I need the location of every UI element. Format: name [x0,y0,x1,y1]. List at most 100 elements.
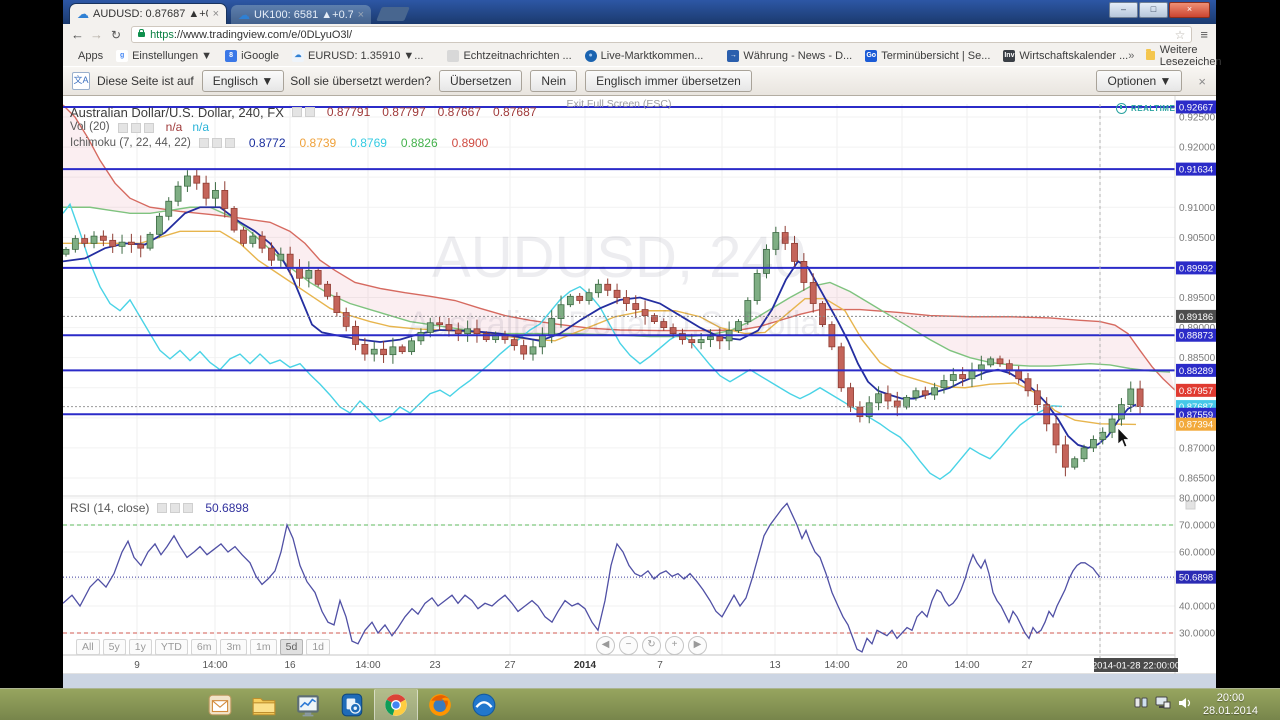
svg-text:0.86500: 0.86500 [1179,474,1216,485]
svg-text:23: 23 [429,660,441,671]
legend-icon[interactable] [305,107,315,117]
svg-text:0.88500: 0.88500 [1179,353,1216,364]
gear-app-taskbar-icon[interactable] [330,689,374,720]
svg-text:70.0000: 70.0000 [1179,521,1216,532]
bookmark-star-icon[interactable]: ☆ [1175,28,1186,42]
legend-icon[interactable] [183,503,193,513]
apps-label[interactable]: Apps [78,50,103,62]
ichimoku-label[interactable]: Ichimoku (7, 22, 44, 22) [70,136,191,151]
maximize-button[interactable]: □ [1139,2,1168,18]
tray-icons [1134,695,1193,716]
bookmark-item[interactable]: GoTerminübersicht | Se... [865,50,990,62]
range-button-3m[interactable]: 3m [220,639,247,655]
back-icon[interactable]: ← [71,27,84,42]
legend-icon[interactable] [170,503,180,513]
chrome-taskbar-icon[interactable] [374,689,418,720]
price-chart[interactable]: 0.925000.920000.910000.905000.895000.890… [63,96,1216,688]
range-button-1d[interactable]: 1d [306,639,330,655]
rsi-label[interactable]: RSI (14, close) [70,501,149,515]
bookmark-item[interactable]: ☁EURUSD: 1.35910 ▼... [292,50,423,62]
svg-text:60.0000: 60.0000 [1179,548,1216,559]
close-button[interactable]: × [1169,2,1210,18]
mail-taskbar-icon[interactable] [198,689,242,720]
volume-value: n/a [166,120,183,135]
page-bottom-strip [63,674,1216,688]
legend-icon[interactable] [157,503,167,513]
language-dropdown[interactable]: Englisch ▼ [202,70,285,92]
bookmark-label: Einstellungen ▼ [132,50,212,62]
range-button-5d[interactable]: 5d [280,639,304,655]
tray-network-icon[interactable] [1155,695,1171,715]
chart-app-taskbar-icon[interactable] [286,689,330,720]
minimize-button[interactable]: – [1109,2,1138,18]
firefox-taskbar-icon[interactable] [418,689,462,720]
more-bookmarks-label[interactable]: Weitere Lesezeichen [1160,44,1226,68]
bookmark-item[interactable]: InvWirtschaftskalender ... [1003,50,1128,62]
legend-icon[interactable] [225,138,235,148]
address-bar[interactable]: https ://www.tradingview.com/e/0DLyuO3l/… [131,26,1192,43]
symbol-title[interactable]: Australian Dollar/U.S. Dollar, 240, FX [70,105,284,120]
range-selector: All5y1yYTD6m3m1m5d1d [76,639,330,655]
tab-uk100[interactable]: ☁ UK100: 6581 ▲+0.77% × [231,5,371,24]
range-button-ytd[interactable]: YTD [155,639,188,655]
legend-icon[interactable] [199,138,209,148]
legend-icon[interactable] [144,123,154,133]
volume-icon[interactable] [1177,695,1193,716]
realtime-indicator: REALTIME [1116,103,1175,114]
bookmark-item[interactable]: →Währung - News - D... [727,50,852,62]
range-button-5y[interactable]: 5y [103,639,126,655]
svg-text:13: 13 [769,660,781,671]
reset-icon[interactable]: ↻ [642,636,661,655]
browser-toolbar: ← → ↻ https ://www.tradingview.com/e/0DL… [63,24,1216,46]
browser-menu-icon[interactable]: ≡ [1200,27,1208,42]
bookmark-item[interactable]: 8iGoogle [225,50,279,62]
no-button[interactable]: Nein [530,70,577,92]
bookmark-item[interactable]: Echtzeitnachrichten ... [447,50,571,62]
bookmark-items: g Einstellungen ▼ 8iGoogle ☁EURUSD: 1.35910… [103,50,1128,62]
legend-icon[interactable] [292,107,302,117]
zoom-out-icon[interactable]: − [619,636,638,655]
bookmark-item[interactable]: ●Live-Marktkommen... [585,50,704,62]
svg-text:0.90500: 0.90500 [1179,233,1216,244]
reload-icon[interactable]: ↻ [111,28,121,42]
translate-close-icon[interactable]: × [1198,74,1206,89]
tray-devices-icon[interactable] [1134,695,1149,715]
forward-icon[interactable]: → [90,27,103,42]
legend-icon[interactable] [131,123,141,133]
scroll-left-icon[interactable]: ◀ [596,636,615,655]
range-button-6m[interactable]: 6m [191,639,218,655]
realtime-label: REALTIME [1131,104,1175,113]
bookmark-item[interactable]: g Einstellungen ▼ [116,50,212,62]
bookmark-label: Wirtschaftskalender ... [1019,50,1128,62]
url-scheme: https [150,29,174,41]
tab-close-icon[interactable]: × [213,8,219,20]
scroll-right-icon[interactable]: ▶ [688,636,707,655]
translate-text-2: Soll sie übersetzt werden? [290,74,431,88]
range-button-all[interactable]: All [76,639,100,655]
bookmarks-bar: Apps g Einstellungen ▼ 8iGoogle ☁EURUSD: 1.… [63,45,1216,66]
bookmark-favicon: ☁ [292,50,304,62]
ssl-lock-icon [138,32,145,37]
svg-text:0.88289: 0.88289 [1179,366,1213,377]
taskbar-clock[interactable]: 20:00 28.01.2014 [1203,692,1258,718]
range-button-1y[interactable]: 1y [129,639,152,655]
options-dropdown[interactable]: Optionen ▼ [1096,70,1182,92]
volume-ma-value: n/a [192,120,209,135]
taskbar-icons [198,689,506,720]
zoom-in-icon[interactable]: + [665,636,684,655]
explorer-taskbar-icon[interactable] [242,689,286,720]
tab-close-icon[interactable]: × [358,9,364,21]
tab-audusd[interactable]: ☁ AUDUSD: 0.87687 ▲+0.36 × [69,3,227,24]
always-translate-button[interactable]: Englisch immer übersetzen [585,70,752,92]
bookmarks-overflow-icon[interactable]: » [1128,50,1134,62]
new-tab-button[interactable] [376,7,410,21]
bookmark-favicon: g [116,50,128,62]
range-button-1m[interactable]: 1m [250,639,277,655]
legend-icon[interactable] [212,138,222,148]
openoffice-taskbar-icon[interactable] [462,689,506,720]
translate-button[interactable]: Übersetzen [439,70,522,92]
volume-label[interactable]: Vol (20) [70,120,110,135]
chart-legend: Australian Dollar/U.S. Dollar, 240, FX 0… [70,104,536,151]
legend-icon[interactable] [118,123,128,133]
folder-icon [1146,51,1154,60]
